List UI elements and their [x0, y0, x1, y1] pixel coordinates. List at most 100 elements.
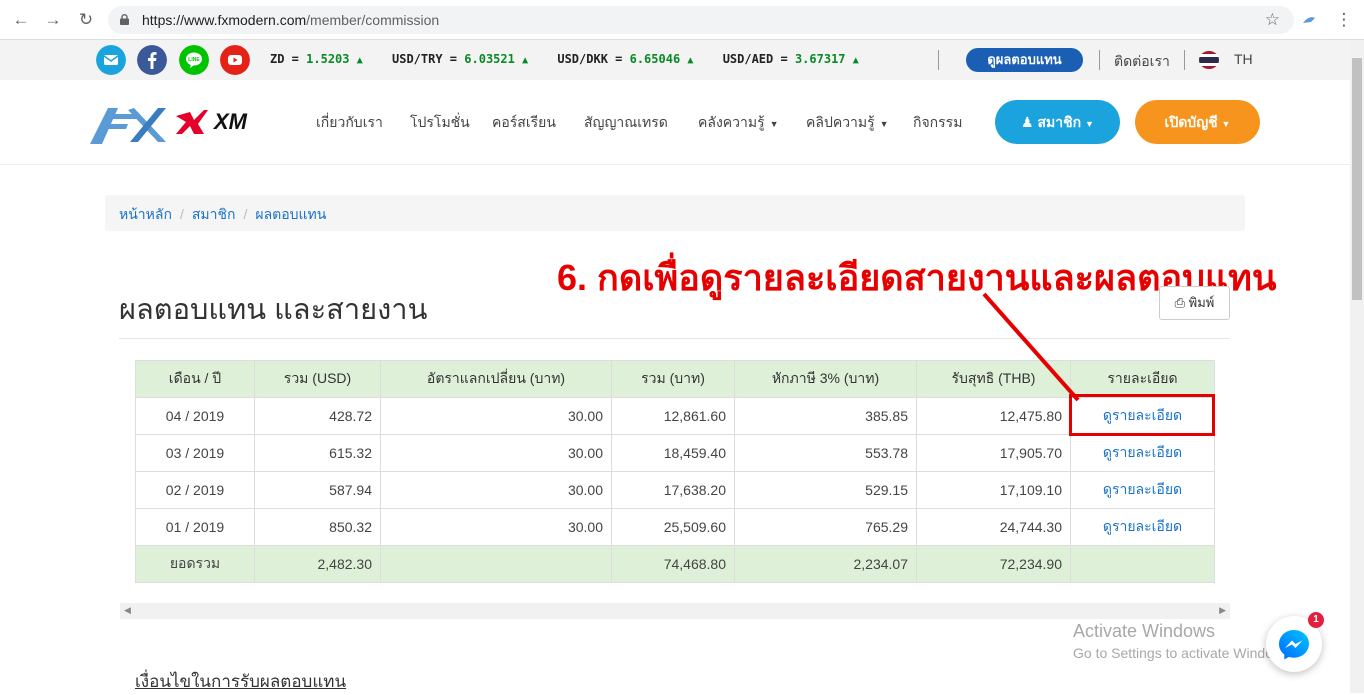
notification-badge: 1: [1308, 612, 1324, 628]
horizontal-scrollbar[interactable]: ◀ ▶: [120, 603, 1230, 619]
divider: [938, 50, 939, 70]
rate-cell: 30.00: [380, 508, 612, 546]
currency-ticker: ZD = 1.5203 ▲ USD/TRY = 6.03521 ▲ USD/DK…: [270, 52, 940, 70]
breadcrumb: หน้าหลัก / สมาชิก / ผลตอบแทน: [105, 195, 1245, 231]
highlight-box: [1069, 394, 1215, 436]
ticker-item: USD/DKK = 6.65046 ▲: [557, 52, 694, 66]
usd-cell: 2,482.30: [254, 545, 381, 583]
printer-icon: ⎙: [1174, 295, 1186, 310]
thai-flag-icon[interactable]: [1199, 51, 1219, 69]
usd-cell: 850.32: [254, 508, 381, 546]
caret-down-icon: ▼: [879, 119, 889, 129]
caret-down-icon: ▼: [769, 119, 779, 129]
table-row: 03 / 2019 615.32 30.00 18,459.40 553.78 …: [135, 434, 1215, 472]
ticker-item: USD/TRY = 6.03521 ▲: [392, 52, 529, 66]
menu-activities[interactable]: กิจกรรม: [913, 112, 962, 134]
user-icon: ♟: [1021, 114, 1034, 130]
net-cell: 12,475.80: [916, 397, 1071, 435]
scroll-right-icon[interactable]: ▶: [1219, 605, 1226, 616]
fxmodern-logo[interactable]: [88, 102, 168, 146]
caret-down-icon: ▼: [1085, 119, 1094, 129]
menu-promotions[interactable]: โปรโมชั่น: [410, 112, 470, 134]
detail-cell: [1070, 545, 1215, 583]
menu-clips[interactable]: คลิปความรู้ ▼: [806, 112, 889, 134]
column-header: เดือน / ปี: [135, 360, 255, 398]
breadcrumb-home[interactable]: หน้าหลัก: [119, 206, 172, 222]
print-button[interactable]: ⎙ พิมพ์: [1159, 286, 1230, 320]
table-row: 04 / 2019 428.72 30.00 12,861.60 385.85 …: [135, 397, 1215, 435]
column-header: อัตราแลกเปลี่ยน (บาท): [380, 360, 612, 398]
period-cell: 04 / 2019: [135, 397, 255, 435]
rate-cell: 30.00: [380, 397, 612, 435]
menu-trade-signals[interactable]: สัญญาณเทรด: [584, 112, 668, 134]
column-header: รายละเอียด: [1070, 360, 1215, 398]
vertical-scrollbar[interactable]: [1350, 40, 1364, 693]
forward-icon[interactable]: →: [44, 11, 62, 29]
email-icon[interactable]: [96, 45, 126, 75]
detail-cell: ดูรายละเอียด: [1070, 471, 1215, 509]
column-header: หักภาษี 3% (บาท): [734, 360, 917, 398]
rate-cell: 30.00: [380, 434, 612, 472]
menu-courses[interactable]: คอร์สเรียน: [492, 112, 556, 134]
thb-cell: 17,638.20: [611, 471, 735, 509]
menu-knowledge[interactable]: คลังความรู้ ▼: [698, 112, 779, 134]
language-selector[interactable]: TH: [1234, 51, 1253, 67]
activation-watermark: Activate Windows: [1073, 621, 1216, 641]
column-header: รวม (บาท): [611, 360, 735, 398]
breadcrumb-member[interactable]: สมาชิก: [192, 206, 236, 222]
total-row: ยอดรวม 2,482.30 74,468.80 2,234.07 72,23…: [135, 545, 1215, 583]
tax-cell: 553.78: [734, 434, 917, 472]
bookmark-star-icon[interactable]: ☆: [1265, 10, 1280, 30]
open-account-button[interactable]: เปิดบัญชี ▼: [1135, 100, 1260, 144]
view-details-link[interactable]: ดูรายละเอียด: [1103, 444, 1182, 460]
browser-menu-icon[interactable]: ⋮: [1335, 11, 1353, 29]
divider: [1184, 50, 1185, 70]
column-header: รับสุทธิ (THB): [916, 360, 1071, 398]
facebook-icon[interactable]: [137, 45, 167, 75]
menu-about[interactable]: เกี่ยวกับเรา: [316, 112, 383, 134]
thb-cell: 12,861.60: [611, 397, 735, 435]
back-icon[interactable]: ←: [12, 11, 30, 29]
caret-down-icon: ▼: [1221, 119, 1231, 129]
activation-watermark-subtext: Go to Settings to activate Windows.: [1073, 645, 1294, 661]
detail-cell: ดูรายละเอียด: [1070, 434, 1215, 472]
commission-table: เดือน / ปี รวม (USD) อัตราแลกเปลี่ยน (บา…: [135, 360, 1215, 583]
view-report-button[interactable]: ดูผลตอบแทน: [966, 48, 1083, 72]
up-arrow-icon: ▲: [687, 55, 694, 66]
svg-text:XM: XM: [212, 109, 248, 134]
tax-cell: 2,234.07: [734, 545, 917, 583]
conditions-heading: เงื่อนไขในการรับผลตอบแทน: [135, 672, 347, 691]
contact-link[interactable]: ติดต่อเรา: [1114, 51, 1170, 73]
browser-toolbar: ← → ↻ https://www.fxmodern.com/member/co…: [0, 0, 1364, 40]
member-button[interactable]: ♟ สมาชิก ▼: [995, 100, 1120, 144]
net-cell: 17,109.10: [916, 471, 1071, 509]
extension-icon[interactable]: [1302, 14, 1316, 26]
table-header-row: เดือน / ปี รวม (USD) อัตราแลกเปลี่ยน (บา…: [135, 360, 1215, 398]
reload-icon[interactable]: ↻: [77, 11, 95, 29]
scrollbar-thumb[interactable]: [1352, 58, 1362, 300]
view-details-link[interactable]: ดูรายละเอียด: [1103, 518, 1182, 534]
thb-cell: 74,468.80: [611, 545, 735, 583]
net-cell: 24,744.30: [916, 508, 1071, 546]
column-header: รวม (USD): [254, 360, 381, 398]
line-icon[interactable]: LINE: [179, 45, 209, 75]
net-cell: 17,905.70: [916, 434, 1071, 472]
ticker-item: ZD = 1.5203 ▲: [270, 52, 363, 66]
rate-cell: [380, 545, 612, 583]
period-cell: 03 / 2019: [135, 434, 255, 472]
url-text: https://www.fxmodern.com/member/commissi…: [142, 12, 440, 28]
usd-cell: 428.72: [254, 397, 381, 435]
usd-cell: 587.94: [254, 471, 381, 509]
rate-cell: 30.00: [380, 471, 612, 509]
breadcrumb-current[interactable]: ผลตอบแทน: [255, 206, 326, 222]
ticker-item: USD/AED = 3.67317 ▲: [722, 52, 859, 66]
divider: [119, 338, 1229, 339]
xm-logo[interactable]: XM: [174, 106, 262, 138]
scroll-left-icon[interactable]: ◀: [124, 605, 131, 616]
table-row: 02 / 2019 587.94 30.00 17,638.20 529.15 …: [135, 471, 1215, 509]
view-details-link[interactable]: ดูรายละเอียด: [1103, 481, 1182, 497]
youtube-icon[interactable]: [220, 45, 250, 75]
address-bar[interactable]: https://www.fxmodern.com/member/commissi…: [108, 6, 1294, 34]
up-arrow-icon: ▲: [356, 55, 363, 66]
up-arrow-icon: ▲: [522, 55, 529, 66]
